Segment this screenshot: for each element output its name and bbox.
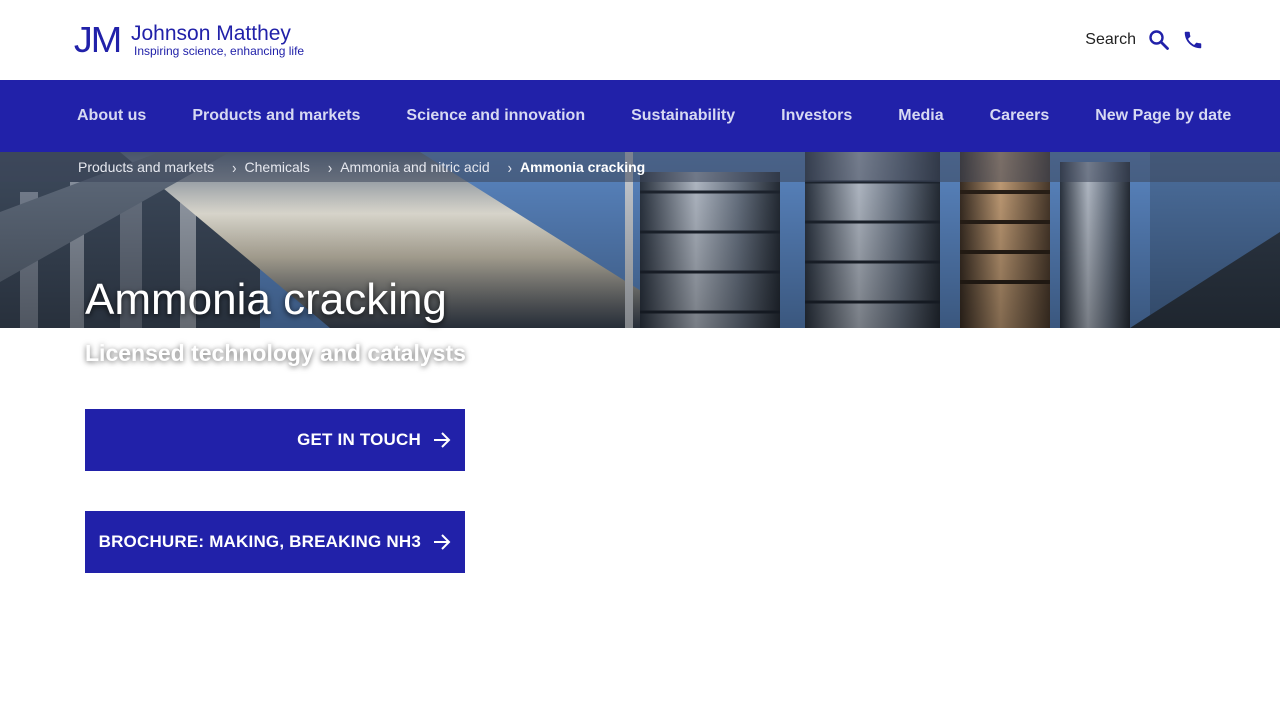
phone-icon[interactable]: [1182, 29, 1204, 51]
page-subtitle: Licensed technology and catalysts: [85, 340, 466, 366]
nav-item-science-and-innovation[interactable]: Science and innovation: [406, 107, 585, 125]
brochure-label: BROCHURE: MAKING, BREAKING NH3: [98, 532, 421, 551]
chevron-right-icon: ›: [327, 158, 333, 176]
nav-item-investors[interactable]: Investors: [781, 107, 852, 125]
brand-name: Johnson Matthey: [131, 21, 291, 45]
breadcrumb-item-current: Ammonia cracking: [519, 159, 646, 175]
page-title: Ammonia cracking: [85, 275, 447, 324]
get-in-touch-label: GET IN TOUCH: [297, 430, 421, 449]
arrow-right-icon: [433, 431, 451, 449]
get-in-touch-button[interactable]: GET IN TOUCH: [85, 409, 465, 471]
nav-item-new-page-by-date[interactable]: New Page by date: [1095, 107, 1231, 125]
nav-item-careers[interactable]: Careers: [990, 107, 1050, 125]
breadcrumb-item-products-and-markets[interactable]: Products and markets: [78, 159, 214, 175]
chevron-right-icon: ›: [232, 158, 237, 176]
chevron-right-icon: ›: [507, 158, 512, 176]
brand-tagline: Inspiring science, enhancing life: [134, 43, 305, 58]
search-icon[interactable]: [1148, 29, 1170, 51]
logo-link[interactable]: JM Johnson Matthey Inspiring science, en…: [73, 19, 305, 60]
main-nav-list: About us Products and markets Science an…: [77, 80, 1277, 152]
logo-monogram: JM: [73, 19, 122, 60]
breadcrumb: Products and markets › Chemicals › Ammon…: [78, 152, 645, 182]
header-utilities: Search: [1085, 28, 1204, 52]
breadcrumb-item-ammonia-and-nitric-acid[interactable]: Ammonia and nitric acid: [340, 159, 489, 175]
search-label[interactable]: Search: [1085, 31, 1136, 49]
breadcrumb-item-chemicals[interactable]: Chemicals: [245, 159, 310, 175]
arrow-right-icon: [433, 533, 451, 551]
nav-item-about-us[interactable]: About us: [77, 107, 146, 125]
main-nav: About us Products and markets Science an…: [0, 80, 1280, 152]
nav-item-media[interactable]: Media: [898, 107, 943, 125]
site-header: JM Johnson Matthey Inspiring science, en…: [0, 0, 1280, 80]
brochure-button[interactable]: BROCHURE: MAKING, BREAKING NH3: [85, 511, 465, 573]
logo-text: Johnson Matthey Inspiring science, enhan…: [131, 21, 305, 58]
nav-item-sustainability[interactable]: Sustainability: [631, 107, 735, 125]
nav-item-products-and-markets[interactable]: Products and markets: [192, 107, 360, 125]
